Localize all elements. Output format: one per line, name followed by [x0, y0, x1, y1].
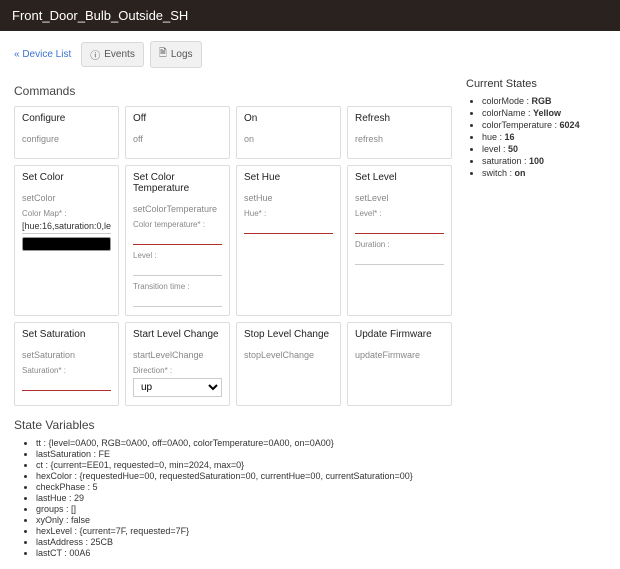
state-variables-heading: State Variables [14, 418, 452, 432]
page-title: Front_Door_Bulb_Outside_SH [12, 8, 188, 23]
cmd-stop-level-change[interactable]: Stop Level Change stopLevelChange [236, 322, 341, 406]
cmd-title: Off [133, 113, 222, 124]
cmd-sub: stopLevelChange [244, 350, 333, 360]
cmd-title: Update Firmware [355, 329, 444, 340]
cmd-sub: setSaturation [22, 350, 111, 360]
duration-input[interactable] [355, 250, 444, 265]
cmd-sub: refresh [355, 134, 444, 144]
state-item: hue : 16 [482, 132, 606, 142]
cmd-sub: updateFirmware [355, 350, 444, 360]
current-states-list: colorMode : RGB colorName : Yellow colorTe… [466, 96, 606, 178]
cmd-title: Stop Level Change [244, 329, 333, 340]
saturation-input[interactable] [22, 376, 111, 391]
variable-item: lastCT : 00A6 [36, 548, 452, 558]
cmd-sub: setColorTemperature [133, 204, 222, 214]
cmd-on[interactable]: On on [236, 106, 341, 159]
cmd-sub: setHue [244, 193, 333, 203]
level-input[interactable] [355, 219, 444, 234]
events-label: Events [104, 49, 135, 60]
device-list-link[interactable]: « Device List [14, 49, 71, 60]
cmd-sub: startLevelChange [133, 350, 222, 360]
ct-level-label: Level : [133, 251, 222, 260]
state-item: colorTemperature : 6024 [482, 120, 606, 130]
logs-button[interactable]: 🗎 Logs [150, 41, 202, 68]
events-button[interactable]: ⓘ Events [81, 42, 144, 67]
state-item: saturation : 100 [482, 156, 606, 166]
logs-label: Logs [171, 49, 193, 60]
cmd-title: On [244, 113, 333, 124]
hue-input[interactable] [244, 219, 333, 234]
direction-label: Direction* : [133, 366, 222, 375]
current-states-panel: Current States colorMode : RGB colorName … [466, 78, 606, 559]
cmd-sub: on [244, 134, 333, 144]
commands-grid: Configure configure Off off On on Refres… [14, 106, 452, 406]
variable-item: lastAddress : 25CB [36, 537, 452, 547]
state-variables-list: tt : {level=0A00, RGB=0A00, off=0A00, co… [14, 438, 452, 558]
sat-label: Saturation* : [22, 366, 111, 375]
ct-tt-label: Transition time : [133, 282, 222, 291]
commands-heading: Commands [14, 84, 452, 98]
document-icon: 🗎 [159, 46, 167, 63]
duration-label: Duration : [355, 240, 444, 249]
cmd-title: Set Color Temperature [133, 172, 222, 194]
cmd-set-hue[interactable]: Set Hue setHue Hue* : [236, 165, 341, 316]
cmd-set-saturation[interactable]: Set Saturation setSaturation Saturation*… [14, 322, 119, 406]
cmd-title: Set Saturation [22, 329, 111, 340]
cmd-off[interactable]: Off off [125, 106, 230, 159]
ct-label: Color temperature* : [133, 220, 222, 229]
variable-item: ct : {current=EE01, requested=0, min=202… [36, 460, 452, 470]
variable-item: lastHue : 29 [36, 493, 452, 503]
color-map-input[interactable] [22, 219, 111, 234]
cmd-sub: off [133, 134, 222, 144]
cmd-sub: setColor [22, 193, 111, 203]
color-swatch[interactable] [22, 237, 111, 251]
variable-item: checkPhase : 5 [36, 482, 452, 492]
ct-level-input[interactable] [133, 261, 222, 276]
cmd-title: Refresh [355, 113, 444, 124]
color-map-label: Color Map* : [22, 209, 111, 218]
variable-item: hexLevel : {current=7F, requested=7F} [36, 526, 452, 536]
ct-tt-input[interactable] [133, 292, 222, 307]
info-icon: ⓘ [90, 47, 100, 62]
state-item: colorMode : RGB [482, 96, 606, 106]
content-area: « Device List ⓘ Events 🗎 Logs Commands C… [0, 31, 620, 569]
state-item: switch : on [482, 168, 606, 178]
current-states-heading: Current States [466, 78, 606, 90]
cmd-title: Set Hue [244, 172, 333, 183]
cmd-set-color[interactable]: Set Color setColor Color Map* : [14, 165, 119, 316]
cmd-start-level-change[interactable]: Start Level Change startLevelChange Dire… [125, 322, 230, 406]
direction-select[interactable]: up [133, 378, 222, 397]
state-item: colorName : Yellow [482, 108, 606, 118]
cmd-update-firmware[interactable]: Update Firmware updateFirmware [347, 322, 452, 406]
cmd-configure[interactable]: Configure configure [14, 106, 119, 159]
top-nav: « Device List ⓘ Events 🗎 Logs [14, 41, 606, 68]
cmd-sub: configure [22, 134, 111, 144]
ct-input[interactable] [133, 230, 222, 245]
cmd-title: Set Color [22, 172, 111, 183]
variable-item: tt : {level=0A00, RGB=0A00, off=0A00, co… [36, 438, 452, 448]
app-header: Front_Door_Bulb_Outside_SH [0, 0, 620, 31]
level-label: Level* : [355, 209, 444, 218]
state-item: level : 50 [482, 144, 606, 154]
variable-item: lastSaturation : FE [36, 449, 452, 459]
cmd-title: Configure [22, 113, 111, 124]
cmd-set-level[interactable]: Set Level setLevel Level* : Duration : [347, 165, 452, 316]
cmd-title: Set Level [355, 172, 444, 183]
cmd-refresh[interactable]: Refresh refresh [347, 106, 452, 159]
variable-item: groups : [] [36, 504, 452, 514]
cmd-sub: setLevel [355, 193, 444, 203]
variable-item: hexColor : {requestedHue=00, requestedSa… [36, 471, 452, 481]
hue-label: Hue* : [244, 209, 333, 218]
variable-item: xyOnly : false [36, 515, 452, 525]
cmd-title: Start Level Change [133, 329, 222, 340]
cmd-set-color-temperature[interactable]: Set Color Temperature setColorTemperatur… [125, 165, 230, 316]
